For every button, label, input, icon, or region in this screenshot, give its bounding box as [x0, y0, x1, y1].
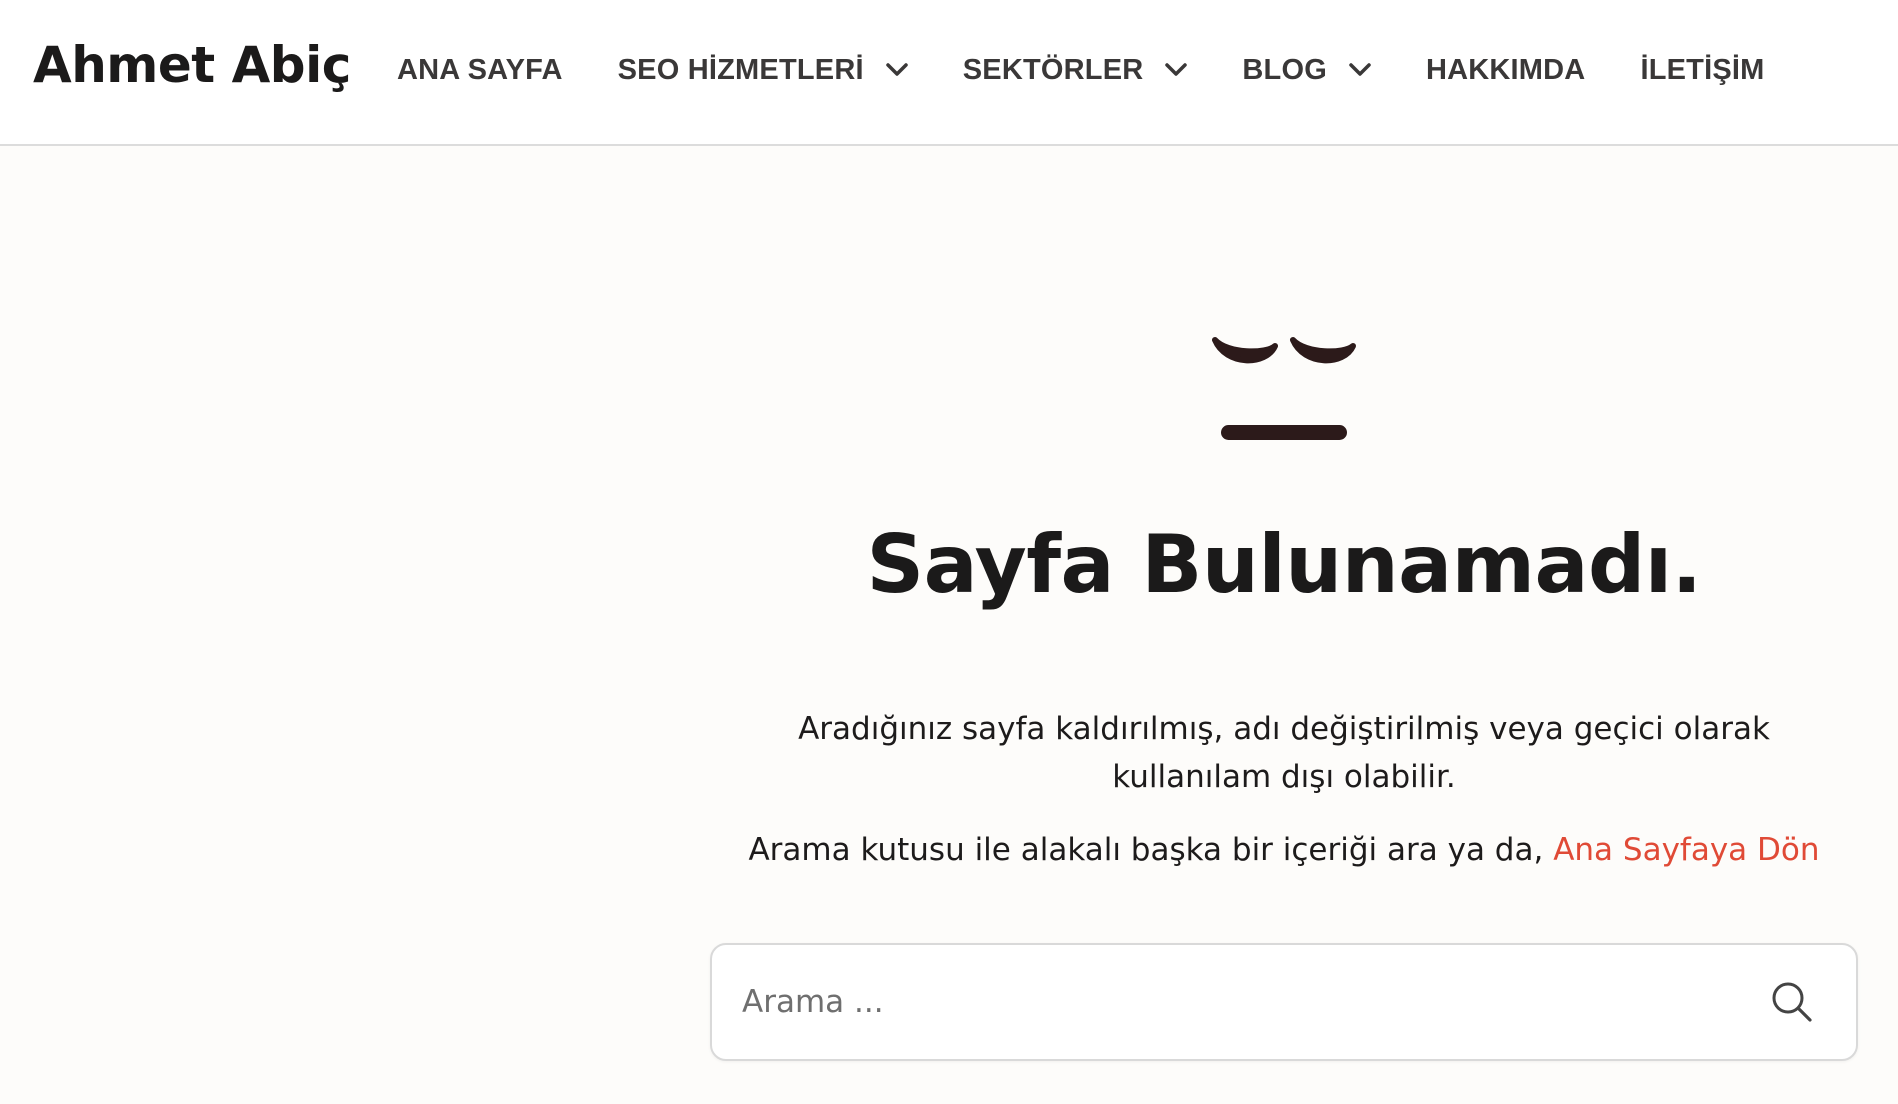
search-hint-text: Arama kutusu ile alakalı başka bir içeri…: [748, 832, 1544, 868]
search-form: [710, 943, 1858, 1061]
nav-item-label: SEKTÖRLER: [962, 53, 1144, 86]
sad-face-icon: [1212, 337, 1356, 440]
nav-item-label: SEO HİZMETLERİ: [617, 53, 864, 86]
nav-item-seo-hizmetleri[interactable]: SEO HİZMETLERİ: [618, 54, 908, 87]
search-input[interactable]: [742, 945, 1742, 1059]
search-hint: Arama kutusu ile alakalı başka bir içeri…: [720, 832, 1848, 868]
chevron-down-icon: [885, 63, 908, 76]
search-icon[interactable]: [1770, 980, 1814, 1024]
nav-item-sektorler[interactable]: SEKTÖRLER: [963, 54, 1188, 87]
nav-item-label: HAKKIMDA: [1425, 53, 1586, 86]
nav-item-hakkimda[interactable]: HAKKIMDA: [1426, 54, 1585, 87]
site-logo[interactable]: Ahmet Abiç: [33, 36, 351, 94]
site-header: Ahmet Abiç ANA SAYFA SEO HİZMETLERİ SEKT…: [0, 0, 1898, 146]
home-link[interactable]: Ana Sayfaya Dön: [1553, 832, 1819, 868]
error-description: Aradığınız sayfa kaldırılmış, adı değişt…: [798, 711, 1770, 795]
main-nav: ANA SAYFA SEO HİZMETLERİ SEKTÖRLER BLOG …: [397, 50, 1765, 90]
nav-item-label: BLOG: [1242, 53, 1327, 86]
page-title: Sayfa Bulunamadı.: [866, 518, 1702, 611]
chevron-down-icon: [1349, 63, 1371, 76]
chevron-down-icon: [1165, 63, 1188, 76]
nav-item-iletisim[interactable]: İLETİŞİM: [1640, 54, 1764, 87]
nav-item-label: ANA SAYFA: [397, 53, 563, 86]
nav-item-blog[interactable]: BLOG: [1242, 54, 1371, 87]
nav-item-label: İLETİŞİM: [1640, 53, 1765, 86]
nav-item-ana-sayfa[interactable]: ANA SAYFA: [397, 54, 563, 87]
